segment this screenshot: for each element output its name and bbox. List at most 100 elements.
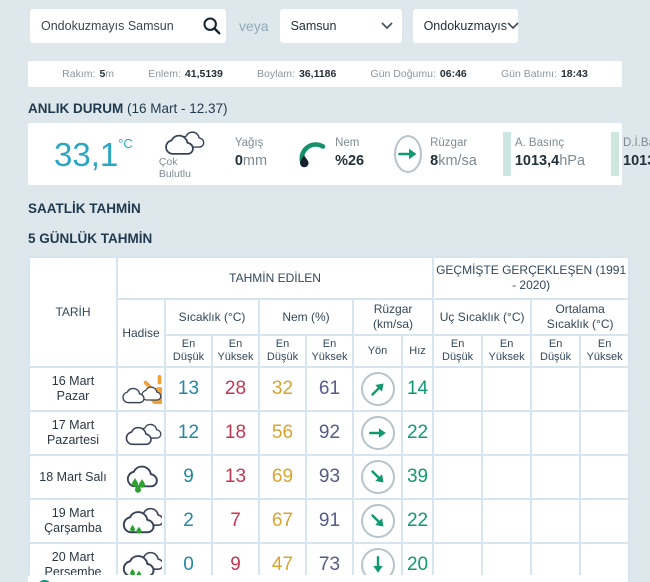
subheader-wind-dir: Yön [353, 335, 402, 367]
forecast-date: 19 Mart Çarşamba [29, 499, 117, 543]
weather-icon-clouds-rain [117, 499, 165, 543]
avg-max-cell [580, 455, 629, 499]
ext-min-cell [433, 455, 482, 499]
condition-label: Çok Bulutlu [159, 156, 205, 180]
location-search-bar: veya Samsun Ondokuzmayıs [0, 0, 650, 43]
hum-min-cell: 56 [259, 411, 306, 455]
col-header-humidity: Nem (%) [259, 299, 353, 335]
longitude-info: Boylam:36,1186 [257, 68, 336, 80]
temp-min-cell: 9 [165, 455, 212, 499]
altitude-info: Rakım:5m [62, 68, 114, 80]
wind-direction-cell [353, 411, 402, 455]
weather-icon-cloud-rain [117, 455, 165, 499]
avg-max-cell [580, 499, 629, 543]
wind-direction-cell [353, 499, 402, 543]
avg-max-cell [580, 367, 629, 411]
forecast-date: 16 Mart Pazar [29, 367, 117, 411]
temp-min-cell: 2 [165, 499, 212, 543]
subheader-avg-min: En Düşük [531, 335, 580, 367]
forecast-row: 16 Mart Pazar 13 28 32 61 14 [29, 367, 629, 411]
search-box[interactable] [30, 9, 226, 43]
chevron-down-icon [381, 22, 393, 30]
col-header-historical: GEÇMİŞTE GERÇEKLEŞEN (1991 - 2020) [433, 257, 629, 299]
forecast-row: 17 Mart Pazartesi 12 18 56 92 22 [29, 411, 629, 455]
cloud-icon [159, 128, 205, 155]
subheader-hum-max: En Yüksek [306, 335, 353, 367]
province-select[interactable]: Samsun [280, 9, 402, 43]
hourly-section-title[interactable]: SAATLİK TAHMİN [28, 201, 650, 216]
ext-max-cell [482, 411, 531, 455]
temp-max-cell: 28 [212, 367, 259, 411]
col-header-wind: Rüzgar (km/sa) [353, 299, 433, 335]
wind: Rüzgar 8km/sa [430, 136, 477, 171]
temp-max-cell: 7 [212, 499, 259, 543]
wind-direction-icon [394, 135, 422, 173]
hum-min-cell: 32 [259, 367, 306, 411]
hum-max-cell: 91 [306, 499, 353, 543]
or-label: veya [239, 18, 269, 34]
current-section-title: ANLIK DURUM (16 Mart - 12.37) [28, 101, 650, 116]
col-header-event: Hadise [117, 299, 165, 367]
wind-speed-cell: 39 [402, 455, 433, 499]
avg-min-cell [531, 455, 580, 499]
forecast-row: 18 Mart Salı 9 13 69 93 39 [29, 455, 629, 499]
avg-max-cell [580, 411, 629, 455]
col-header-temperature: Sıcaklık (°C) [165, 299, 259, 335]
subheader-temp-min: En Düşük [165, 335, 212, 367]
ext-max-cell [482, 455, 531, 499]
wind-arrow-south-icon [367, 554, 389, 576]
precipitation: Yağış 0mm [235, 136, 267, 171]
humidity-gauge-icon [297, 138, 327, 170]
weather-page: veya Samsun Ondokuzmayıs Rakım:5m Enlem:… [0, 0, 650, 582]
search-input[interactable] [41, 19, 202, 33]
subheader-wind-speed: Hız [402, 335, 433, 367]
ext-min-cell [433, 499, 482, 543]
wind-speed-cell: 22 [402, 499, 433, 543]
station-info-bar: Rakım:5m Enlem:41,5139 Boylam:36,1186 Gü… [28, 61, 622, 87]
subheader-avg-max: En Yüksek [580, 335, 629, 367]
forecast-section-title[interactable]: 5 GÜNLÜK TAHMİN [28, 231, 650, 246]
sunset-info: Gün Batımı:18:43 [501, 68, 588, 80]
wind-speed-cell: 14 [402, 367, 433, 411]
temp-min-cell: 12 [165, 411, 212, 455]
ext-max-cell [482, 499, 531, 543]
province-select-value: Samsun [291, 19, 337, 33]
wind-direction-cell [353, 367, 402, 411]
wind-direction-cell [353, 455, 402, 499]
ext-min-cell [433, 367, 482, 411]
district-select-value: Ondokuzmayıs [424, 19, 507, 33]
weather-icon-clouds [117, 411, 165, 455]
bottom-panel [28, 575, 622, 582]
ext-max-cell [482, 367, 531, 411]
forecast-row: 19 Mart Çarşamba 2 7 67 91 22 [29, 499, 629, 543]
humidity: Nem %26 [335, 136, 364, 171]
sea-level-pressure: D.İ.Basınç 1013,9hPa [623, 136, 650, 171]
wind-speed-cell: 22 [402, 411, 433, 455]
col-header-avg-temp: Ortalama Sıcaklık (°C) [531, 299, 629, 335]
subheader-hum-min: En Düşük [259, 335, 306, 367]
subheader-ext-max: En Yüksek [482, 335, 531, 367]
forecast-date: 18 Mart Salı [29, 455, 117, 499]
forecast-date: 17 Mart Pazartesi [29, 411, 117, 455]
temp-max-cell: 18 [212, 411, 259, 455]
forecast-table: TARİH TAHMİN EDİLEN GEÇMİŞTE GERÇEKLEŞEN… [28, 256, 630, 582]
wind-arrow-southeast-icon [362, 506, 393, 537]
hum-max-cell: 93 [306, 455, 353, 499]
subheader-ext-min: En Düşük [433, 335, 482, 367]
avg-min-cell [531, 499, 580, 543]
hum-max-cell: 61 [306, 367, 353, 411]
latitude-info: Enlem:41,5139 [148, 68, 223, 80]
search-icon[interactable] [202, 16, 222, 36]
hum-min-cell: 69 [259, 455, 306, 499]
temp-max-cell: 13 [212, 455, 259, 499]
chevron-down-icon [507, 22, 519, 30]
ext-min-cell [433, 411, 482, 455]
col-header-predicted: TAHMİN EDİLEN [117, 257, 433, 299]
wind-arrow-southeast-icon [362, 462, 393, 493]
district-select[interactable]: Ondokuzmayıs [413, 9, 518, 43]
weather-icon-sun-clouds [117, 367, 165, 411]
temp-min-cell: 13 [165, 367, 212, 411]
col-header-extreme-temp: Uç Sıcaklık (°C) [433, 299, 531, 335]
wind-arrow-northeast-icon [362, 374, 393, 405]
hum-min-cell: 67 [259, 499, 306, 543]
